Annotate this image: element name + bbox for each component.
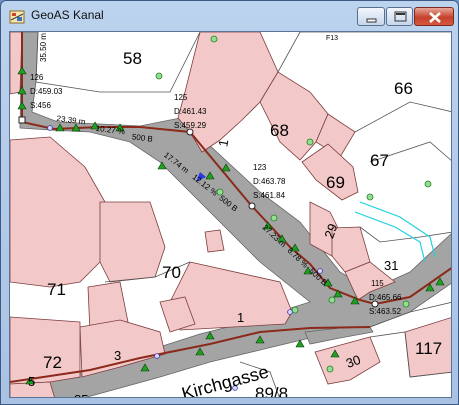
app-window: GeoAS Kanal 58 66 68 67 69 29 31 71 70 1… — [0, 0, 459, 405]
parcel-label-71: 71 — [47, 280, 66, 299]
manhole-123-marker[interactable] — [248, 202, 256, 210]
map-view[interactable]: 58 66 68 67 69 29 31 71 70 1 72 3 5 117 … — [9, 31, 452, 398]
manhole-123-sole: S:461.84 — [253, 191, 286, 200]
parcel-label-68: 68 — [270, 121, 289, 140]
map-canvas: 58 66 68 67 69 29 31 71 70 1 72 3 5 117 … — [10, 32, 451, 398]
manhole-125-id: 125 — [174, 93, 188, 102]
manhole-125-depth: D:461.43 — [174, 107, 207, 116]
map-label-distance: 35.50 m — [39, 33, 48, 62]
title-bar[interactable]: GeoAS Kanal — [1, 1, 458, 31]
map-label-f13: F13 — [326, 35, 338, 42]
geoas-app-icon — [9, 9, 25, 25]
close-button[interactable] — [414, 7, 454, 26]
manhole-126-id: 126 — [30, 73, 44, 82]
manhole-126-depth: D:459.03 — [30, 87, 63, 96]
parcel-label-67: 67 — [370, 151, 389, 170]
window-title: GeoAS Kanal — [31, 8, 104, 22]
parcel-label-66: 66 — [394, 79, 413, 98]
manhole-123-id: 123 — [253, 163, 267, 172]
manhole-126-sole: S:456 — [30, 101, 51, 110]
maximize-icon — [394, 11, 407, 22]
minimize-button[interactable] — [357, 7, 385, 26]
parcel-label-1: 1 — [237, 310, 244, 325]
parcel-label-89-8: 89/8 — [255, 384, 288, 398]
manhole-125-sole: S:459.29 — [174, 121, 207, 130]
parcel-label-70: 70 — [162, 263, 181, 282]
parcel-label-1-upper: 1 — [215, 138, 231, 148]
parcel-label-31: 31 — [384, 258, 398, 273]
maximize-button[interactable] — [386, 7, 413, 26]
parcel-label-5: 5 — [28, 374, 35, 389]
manhole-126-marker[interactable] — [18, 116, 26, 124]
parcel-label-72: 72 — [43, 353, 62, 372]
minimize-icon — [366, 18, 377, 23]
manhole-123-depth: D:463.78 — [253, 177, 286, 186]
parcel-label-3: 3 — [114, 348, 121, 363]
parcel-label-117: 117 — [415, 339, 442, 358]
manhole-115-id: 115 — [371, 279, 384, 288]
parcel-label-85: 85 — [74, 392, 88, 398]
parcel-label-58: 58 — [123, 49, 142, 68]
manhole-115-sole: S:463.52 — [369, 307, 402, 316]
close-icon — [429, 12, 441, 23]
manhole-115-depth: D:465.66 — [369, 293, 402, 302]
parcel-label-69: 69 — [326, 173, 345, 192]
